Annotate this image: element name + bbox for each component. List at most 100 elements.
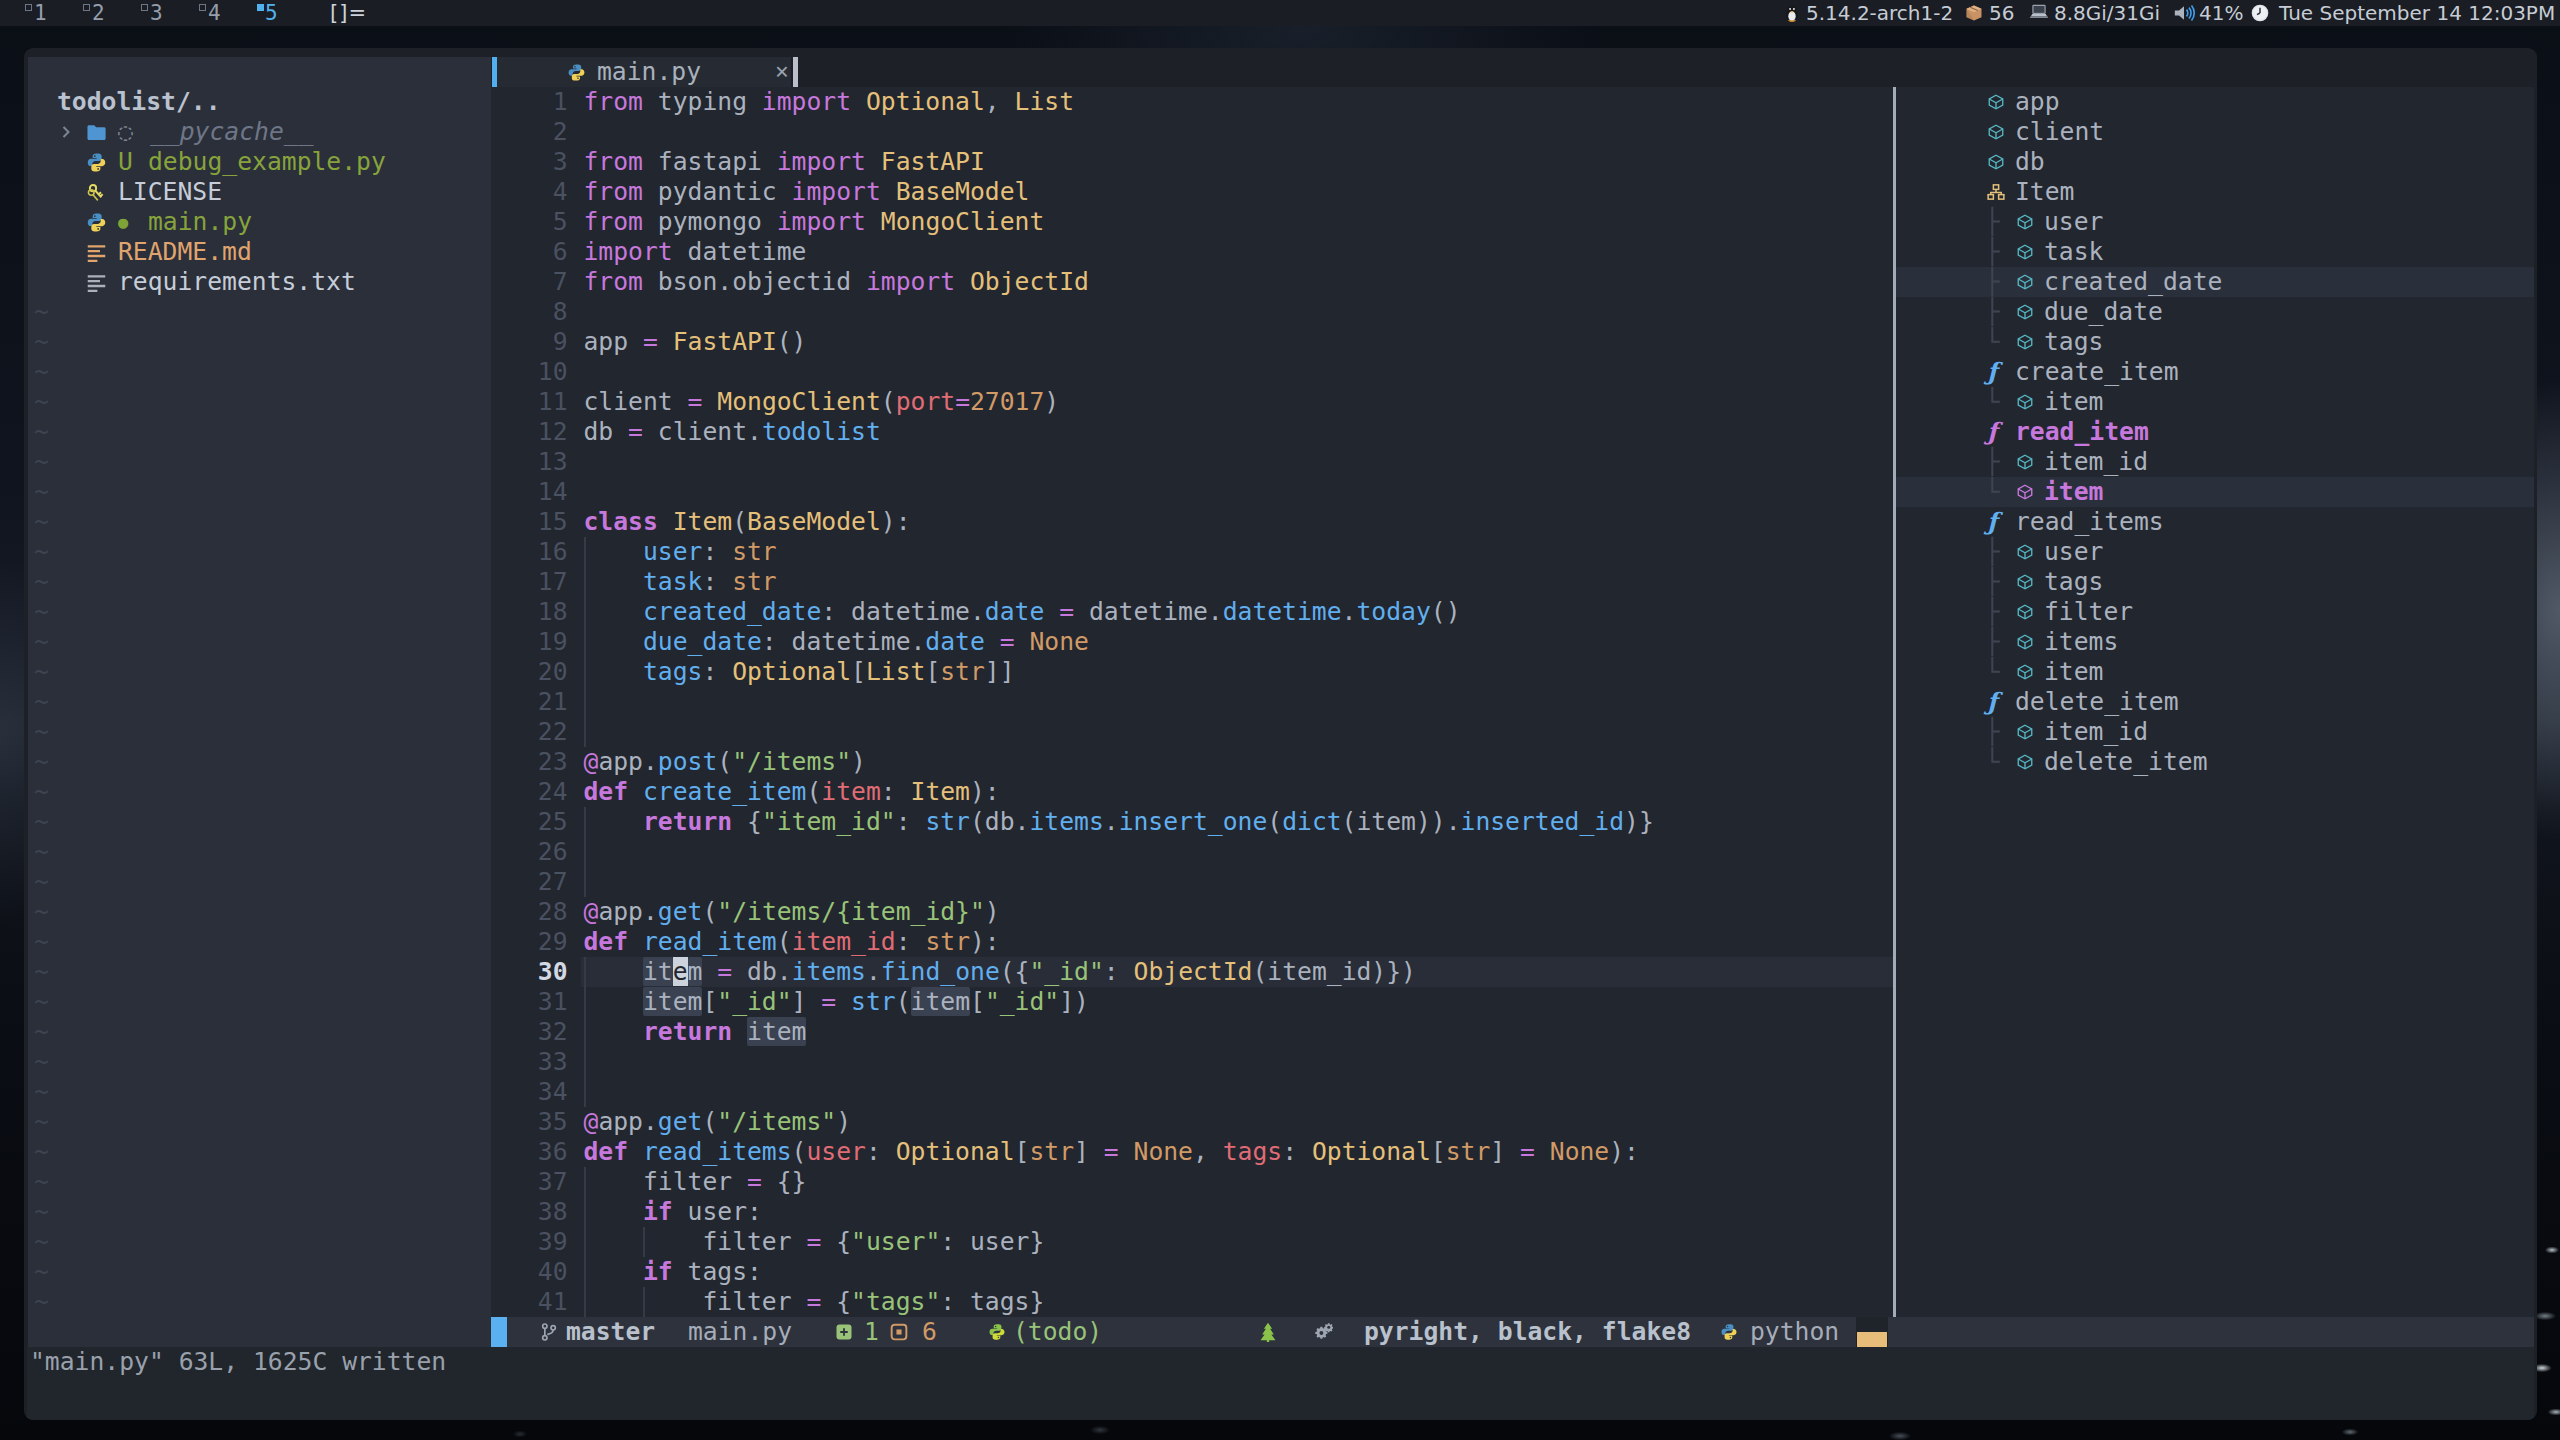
git-diff-changed-icon: [890, 1323, 908, 1341]
outline-symbol-task[interactable]: ├task: [1896, 237, 2534, 267]
empty-line-tilde: ~: [34, 477, 64, 507]
chevron-right-icon[interactable]: [60, 122, 72, 142]
code-line-1: from typing import Optional, List: [584, 87, 1654, 117]
outline-symbol-item[interactable]: └item: [1896, 387, 2534, 417]
outline-symbol-filter[interactable]: ├filter: [1896, 597, 2534, 627]
workspace-3[interactable]: 3: [150, 0, 163, 26]
code-token: [851, 87, 866, 116]
explorer-item-readme-md[interactable]: README.md: [28, 237, 491, 267]
outline-symbol-item[interactable]: └item: [1896, 657, 2534, 687]
empty-line-tilde: ~: [34, 747, 64, 777]
code-token: db.: [732, 957, 791, 986]
outline-symbol-item_id[interactable]: ├item_id: [1896, 717, 2534, 747]
outline-symbol-due_date[interactable]: ├due_date: [1896, 297, 2534, 327]
outline-symbol-label: Item: [2015, 177, 2074, 207]
code-token: import: [792, 177, 881, 206]
empty-line-tilde: ~: [34, 1287, 64, 1317]
code-token: [702, 957, 717, 986]
workspace-4[interactable]: 4: [208, 0, 221, 26]
workspace-square-3: [141, 4, 148, 11]
code-editor[interactable]: 1234567891011121314151617181920212223242…: [491, 87, 1893, 1317]
outline-symbol-Item[interactable]: Item: [1896, 177, 2534, 207]
outline-symbol-tags[interactable]: └tags: [1896, 327, 2534, 357]
code-token: [985, 627, 1000, 656]
outline-symbol-client[interactable]: client: [1896, 117, 2534, 147]
outline-symbol-read_items[interactable]: ƒread_items: [1896, 507, 2534, 537]
code-token: (: [702, 1107, 717, 1136]
code-token: {: [821, 1287, 851, 1316]
git-status-marker: ●: [118, 207, 128, 237]
tab-main-py[interactable]: main.py ×: [497, 57, 791, 87]
explorer-item-label: requirements.txt: [118, 267, 356, 297]
git-diff-added-icon: [835, 1323, 853, 1341]
explorer-item-label: __pycache__: [150, 117, 314, 147]
outline-symbol-user[interactable]: ├user: [1896, 207, 2534, 237]
code-token: str: [732, 567, 777, 596]
empty-line-tilde: ~: [34, 1227, 64, 1257]
outline-symbol-user[interactable]: ├user: [1896, 537, 2534, 567]
outline-statusline: [1888, 1317, 2534, 1347]
code-token: date: [925, 627, 984, 656]
code-line-18: created_date: datetime.date = datetime.d…: [584, 597, 1654, 627]
code-token: [881, 177, 896, 206]
code-token: client: [584, 387, 688, 416]
empty-line-tilde: ~: [34, 657, 64, 687]
code-token: :: [896, 927, 926, 956]
code-token: BaseModel: [896, 177, 1030, 206]
explorer-item-label: LICENSE: [118, 177, 222, 207]
explorer-item-requirements-txt[interactable]: requirements.txt: [28, 267, 491, 297]
git-diff-added-count: 1: [864, 1317, 879, 1347]
code-token: )}: [1624, 807, 1654, 836]
code-line-28: @app.get("/items/{item_id}"): [584, 897, 1654, 927]
code-token: (: [792, 1137, 807, 1166]
outline-symbol-items[interactable]: ├items: [1896, 627, 2534, 657]
code-token: : tags}: [940, 1287, 1044, 1316]
outline-symbol-item_id[interactable]: ├item_id: [1896, 447, 2534, 477]
code-token: str: [851, 987, 896, 1016]
code-line-40: if tags:: [584, 1257, 1654, 1287]
code-token: if: [643, 1257, 673, 1286]
outline-symbol-app[interactable]: app: [1896, 87, 2534, 117]
code-token: ):: [881, 507, 911, 536]
outline-symbol-tags[interactable]: ├tags: [1896, 567, 2534, 597]
empty-line-tilde: ~: [34, 1137, 64, 1167]
laptop-text: 8.8Gi/31Gi: [2054, 0, 2160, 26]
outline-symbol-created_date[interactable]: ├created_date: [1896, 267, 2534, 297]
workspace-1[interactable]: 1: [34, 0, 47, 26]
outline-symbol-item[interactable]: └item: [1896, 477, 2534, 507]
workspace-2[interactable]: 2: [92, 0, 105, 26]
speaker-icon: [2172, 3, 2196, 23]
code-token: :: [702, 657, 732, 686]
code-token: ]: [1490, 1137, 1520, 1166]
code-token: "tags": [851, 1287, 940, 1316]
explorer-item-license[interactable]: LICENSE: [28, 177, 491, 207]
outline-symbol-db[interactable]: db: [1896, 147, 2534, 177]
code-token: : datetime.: [762, 627, 926, 656]
field-icon: [2016, 303, 2034, 321]
code-token: :: [881, 777, 911, 806]
outline-symbol-delete_item[interactable]: ƒdelete_item: [1896, 687, 2534, 717]
code-token: 27017: [970, 387, 1044, 416]
explorer-item--pycache-[interactable]: ◌__pycache__: [28, 117, 491, 147]
empty-line-tilde: ~: [34, 507, 64, 537]
tree-guide: └: [1985, 657, 2000, 687]
outline-symbol-delete_item[interactable]: └delete_item: [1896, 747, 2534, 777]
code-token: datetime.: [1074, 597, 1223, 626]
explorer-item-debug-example-py[interactable]: Udebug_example.py: [28, 147, 491, 177]
code-line-14: [584, 477, 1654, 507]
tab-close-icon[interactable]: ×: [775, 57, 789, 87]
outline-symbol-read_item[interactable]: ƒread_item: [1896, 417, 2534, 447]
code-line-33: [584, 1047, 1654, 1077]
line-number-6: 6: [491, 237, 568, 267]
explorer-root-row: todolist/..: [28, 87, 491, 117]
statusline-mode-block: [491, 1317, 507, 1347]
outline-symbol-create_item[interactable]: ƒcreate_item: [1896, 357, 2534, 387]
workspace-5[interactable]: 5: [265, 0, 278, 26]
code-token: (: [702, 897, 717, 926]
code-token: None: [1029, 627, 1088, 656]
status-bar: 12345 []= 5.14.2-arch1-2568.8Gi/31Gi41%T…: [0, 0, 2560, 26]
code-token: List: [1015, 87, 1074, 116]
explorer-item-main-py[interactable]: ●main.py: [28, 207, 491, 237]
code-token: create_item: [643, 777, 807, 806]
code-token: "/items": [732, 747, 851, 776]
